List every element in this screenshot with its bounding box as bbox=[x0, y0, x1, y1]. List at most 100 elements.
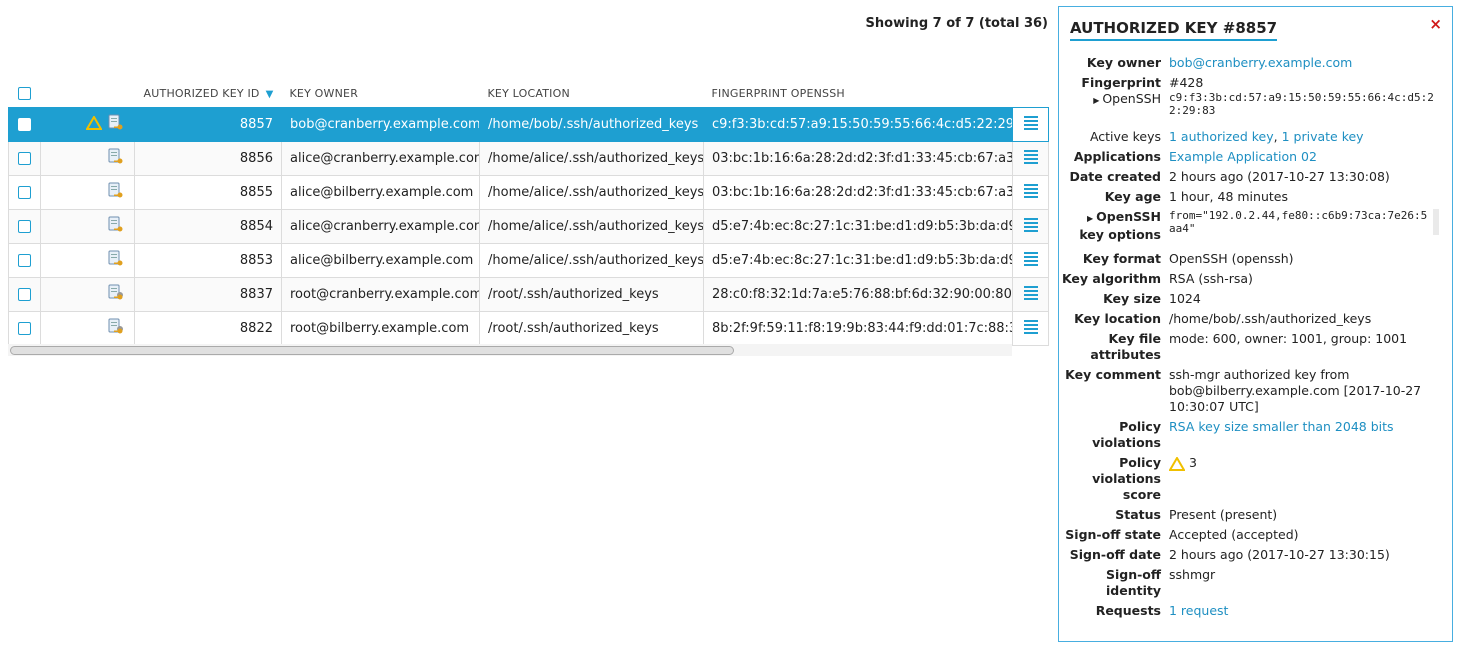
row-checkbox[interactable] bbox=[18, 254, 31, 267]
private-key-link[interactable]: 1 private key bbox=[1282, 129, 1364, 144]
row-menu-cell bbox=[1012, 311, 1049, 346]
row-menu-icon[interactable] bbox=[1023, 216, 1038, 234]
row-menu-icon[interactable] bbox=[1023, 318, 1038, 336]
field-label: Date created bbox=[1069, 169, 1161, 184]
cell-owner: alice@cranberry.example.com bbox=[281, 209, 480, 244]
field-label: Applications bbox=[1073, 149, 1161, 164]
cell-fingerprint: d5:e7:4b:ec:8c:27:1c:31:be:d1:d9:b5:3b:d… bbox=[703, 243, 1013, 278]
field-value: ssh-mgr authorized key from bob@bilberry… bbox=[1169, 367, 1422, 414]
field-key-format: Key format OpenSSH (openssh) bbox=[1059, 251, 1452, 267]
user-key-icon bbox=[106, 114, 126, 136]
warning-icon bbox=[85, 114, 103, 134]
cell-owner: bob@cranberry.example.com bbox=[281, 107, 480, 142]
row-checkbox-cell bbox=[8, 311, 41, 346]
field-policy-score: Policy violations score 3 bbox=[1059, 455, 1452, 503]
horizontal-scrollbar[interactable] bbox=[8, 344, 1012, 356]
table-row[interactable]: 8837 root@cranberry.example.com /root/.s… bbox=[8, 277, 1049, 312]
table-row[interactable]: 8853 alice@bilberry.example.com /home/al… bbox=[8, 243, 1049, 278]
field-active-keys: Active keys 1 authorized key, 1 private k… bbox=[1059, 129, 1452, 145]
row-menu-icon[interactable] bbox=[1023, 182, 1038, 200]
row-checkbox-cell bbox=[8, 277, 41, 312]
field-openssh-options: ▶ OpenSSH key options from="192.0.2.44,fe8… bbox=[1059, 209, 1452, 243]
policy-score-value: 3 bbox=[1188, 455, 1197, 470]
requests-link[interactable]: 1 request bbox=[1169, 603, 1228, 618]
field-value: 1 hour, 48 minutes bbox=[1169, 189, 1288, 204]
field-key-size: Key size 1024 bbox=[1059, 291, 1452, 307]
row-checkbox[interactable] bbox=[18, 152, 31, 165]
row-checkbox-cell bbox=[8, 141, 41, 176]
field-label: Policy violations bbox=[1092, 419, 1161, 450]
root-key-icon bbox=[106, 318, 126, 340]
authorized-key-link[interactable]: 1 authorized key bbox=[1169, 129, 1274, 144]
row-checkbox[interactable] bbox=[18, 118, 31, 131]
field-openssh: ▶ OpenSSH c9:f3:3b:cd:57:a9:15:50:59:55:66… bbox=[1059, 91, 1452, 117]
key-owner-link[interactable]: bob@cranberry.example.com bbox=[1169, 55, 1352, 70]
field-label: OpenSSH bbox=[1102, 91, 1161, 106]
table-row[interactable]: 8822 root@bilberry.example.com /root/.ss… bbox=[8, 311, 1049, 346]
field-status: Status Present (present) bbox=[1059, 507, 1452, 523]
table-row[interactable]: 8856 alice@cranberry.example.com /home/a… bbox=[8, 141, 1049, 176]
user-key-icon bbox=[106, 216, 126, 238]
field-value: from="192.0.2.44,fe80::c6b9:73ca:7e26:5a… bbox=[1169, 209, 1439, 235]
column-header-location[interactable]: KEY LOCATION bbox=[480, 80, 704, 108]
warning-icon bbox=[1168, 455, 1186, 471]
field-label: Fingerprint bbox=[1081, 75, 1161, 90]
table-row[interactable]: 8855 alice@bilberry.example.com /home/al… bbox=[8, 175, 1049, 210]
row-checkbox[interactable] bbox=[18, 220, 31, 233]
row-icons bbox=[40, 277, 135, 312]
row-icons bbox=[40, 107, 135, 142]
scrollbar-thumb[interactable] bbox=[10, 346, 734, 355]
field-requests: Requests 1 request bbox=[1059, 603, 1452, 619]
field-key-algorithm: Key algorithm RSA (ssh-rsa) bbox=[1059, 271, 1452, 287]
root-key-icon bbox=[106, 284, 126, 306]
table-header-row: AUTHORIZED KEY ID ▼ KEY OWNER KEY LOCATIO… bbox=[9, 80, 1049, 108]
column-header-owner[interactable]: KEY OWNER bbox=[282, 80, 480, 108]
field-label: Sign-off state bbox=[1065, 527, 1161, 542]
column-header-fingerprint[interactable]: FINGERPRINT OPENSSH bbox=[704, 80, 1013, 108]
field-value: 2 hours ago (2017-10-27 13:30:15) bbox=[1169, 547, 1390, 562]
row-icons bbox=[40, 243, 135, 278]
cell-id: 8856 bbox=[134, 141, 282, 176]
cell-location: /home/alice/.ssh/authorized_keys bbox=[479, 175, 704, 210]
row-menu-icon[interactable] bbox=[1023, 114, 1038, 132]
openssh-toggle[interactable]: ▶ OpenSSH bbox=[1059, 91, 1169, 109]
cell-owner: root@bilberry.example.com bbox=[281, 311, 480, 346]
separator: , bbox=[1273, 129, 1282, 144]
row-menu-icon[interactable] bbox=[1023, 148, 1038, 166]
expand-triangle-icon: ▶ bbox=[1086, 214, 1094, 223]
icons-header bbox=[41, 80, 135, 108]
field-key-age: Key age 1 hour, 48 minutes bbox=[1059, 189, 1452, 205]
openssh-options-toggle[interactable]: ▶ OpenSSH key options bbox=[1059, 209, 1169, 243]
cell-id: 8837 bbox=[134, 277, 282, 312]
field-value: #428 bbox=[1169, 75, 1204, 90]
row-checkbox-cell bbox=[8, 243, 41, 278]
close-icon[interactable]: × bbox=[1429, 15, 1442, 33]
menu-header bbox=[1013, 80, 1049, 108]
row-menu-cell bbox=[1012, 141, 1049, 176]
cell-owner: alice@cranberry.example.com bbox=[281, 141, 480, 176]
row-checkbox-cell bbox=[8, 107, 41, 142]
row-menu-icon[interactable] bbox=[1023, 250, 1038, 268]
field-label: Key size bbox=[1103, 291, 1161, 306]
table-row[interactable]: 8857 bob@cranberry.example.com /home/bob… bbox=[8, 107, 1049, 142]
policy-violation-link[interactable]: RSA key size smaller than 2048 bits bbox=[1169, 419, 1394, 434]
field-signoff-date: Sign-off date 2 hours ago (2017-10-27 13:… bbox=[1059, 547, 1452, 563]
row-checkbox[interactable] bbox=[18, 322, 31, 335]
column-header-id[interactable]: AUTHORIZED KEY ID ▼ bbox=[135, 80, 282, 108]
row-checkbox[interactable] bbox=[18, 288, 31, 301]
row-checkbox-cell bbox=[8, 175, 41, 210]
field-label: Key algorithm bbox=[1061, 271, 1161, 286]
field-value: c9:f3:3b:cd:57:a9:15:50:59:55:66:4c:d5:2… bbox=[1169, 91, 1434, 117]
select-all-checkbox[interactable] bbox=[18, 87, 31, 101]
field-value: sshmgr bbox=[1169, 567, 1216, 582]
application-link[interactable]: Example Application 02 bbox=[1169, 149, 1317, 164]
row-menu-icon[interactable] bbox=[1023, 284, 1038, 302]
field-label: Policy violations score bbox=[1092, 455, 1161, 502]
field-label: Sign-off date bbox=[1069, 547, 1161, 562]
field-label: Key owner bbox=[1086, 55, 1161, 70]
cell-owner: alice@bilberry.example.com bbox=[281, 243, 480, 278]
cell-owner: root@cranberry.example.com bbox=[281, 277, 480, 312]
table-row[interactable]: 8854 alice@cranberry.example.com /home/a… bbox=[8, 209, 1049, 244]
user-key-icon bbox=[106, 182, 126, 204]
row-checkbox[interactable] bbox=[18, 186, 31, 199]
